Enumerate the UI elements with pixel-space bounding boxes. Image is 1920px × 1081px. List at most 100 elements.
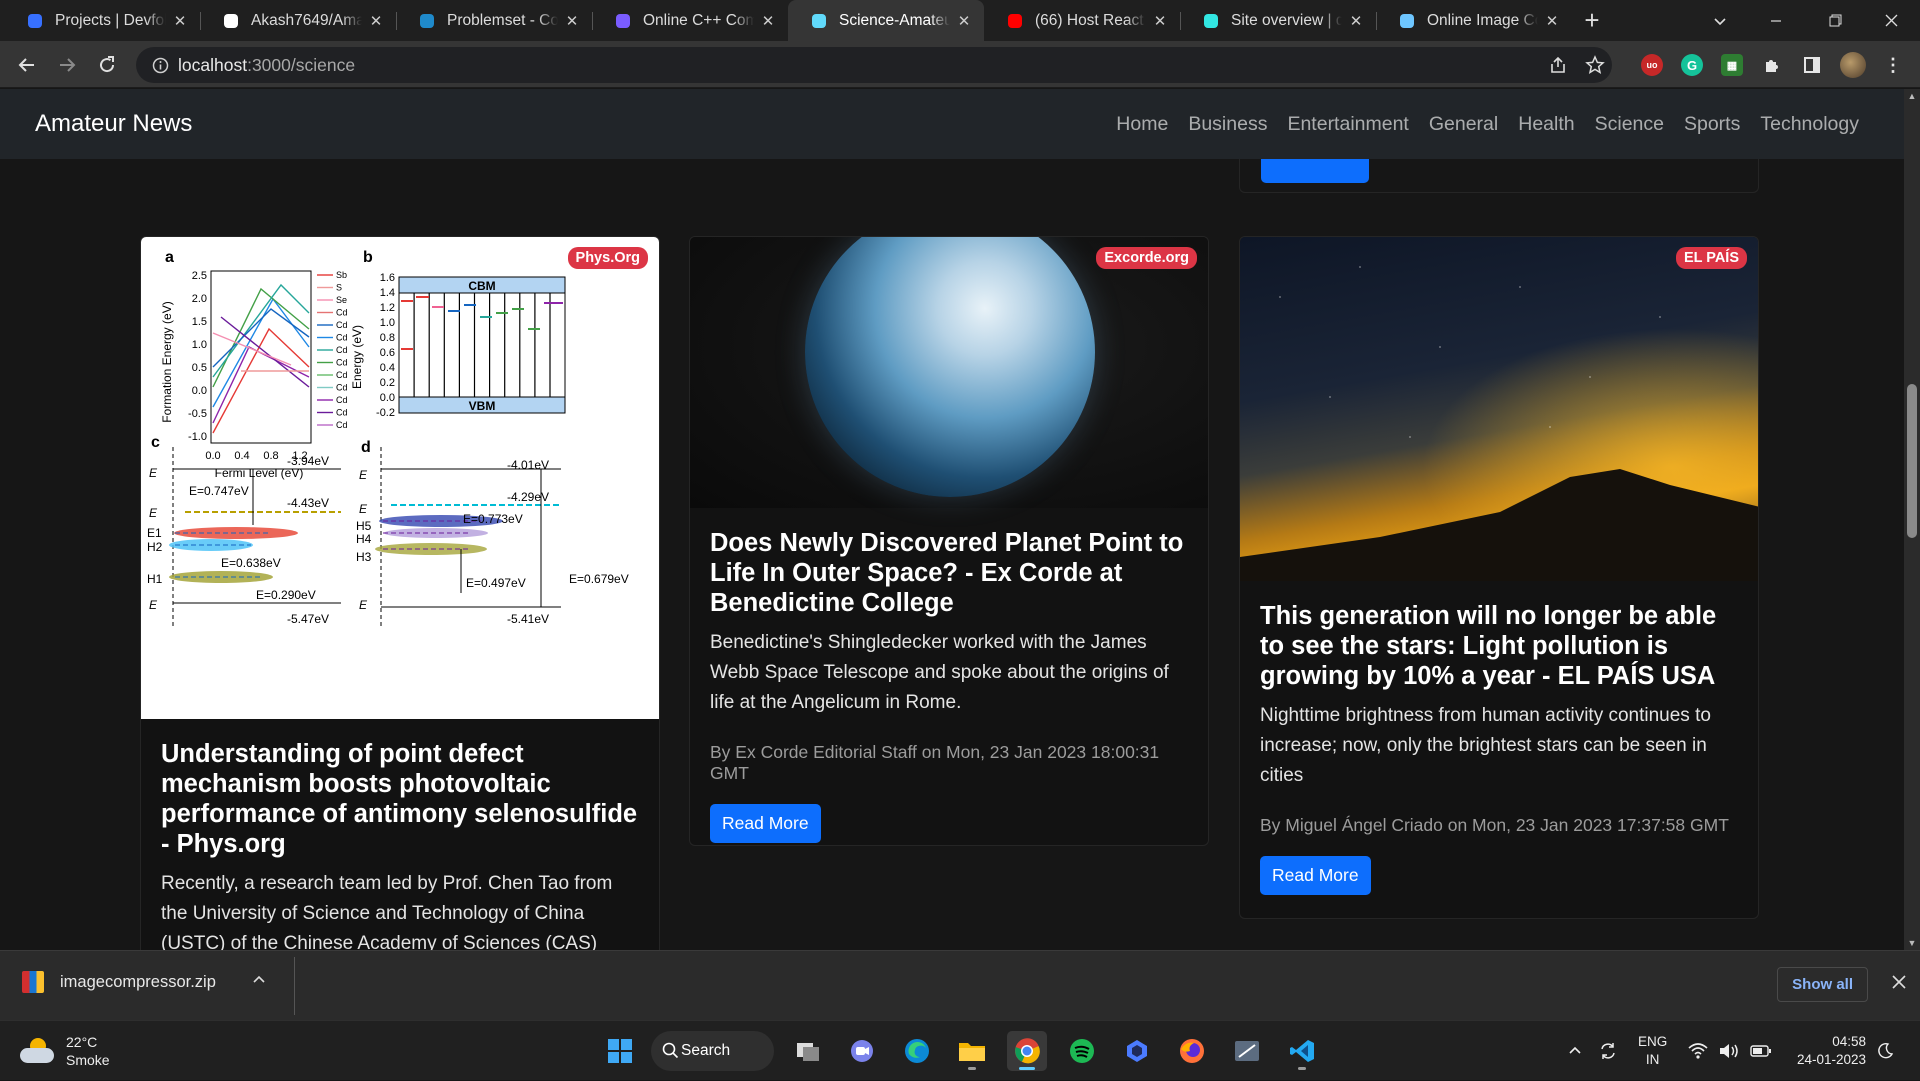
fig-a-legend-label: Cd (336, 345, 348, 355)
tab-search-chevron-icon[interactable] (1700, 0, 1740, 41)
fig-a-ytick: 2.0 (192, 293, 207, 305)
battery-icon[interactable] (1750, 1021, 1772, 1081)
browser-tab[interactable]: Online Image Compressor ✕ (1376, 0, 1572, 41)
back-button[interactable] (11, 49, 43, 81)
sheets-extension-icon[interactable]: ▦ (1721, 54, 1743, 76)
weather-widget[interactable]: 22°C Smoke (20, 1021, 110, 1081)
tab-close-icon[interactable]: ✕ (564, 12, 580, 30)
region-code: IN (1645, 1052, 1660, 1067)
url-text[interactable]: localhost:3000/science (178, 55, 355, 76)
nav-link-sports[interactable]: Sports (1684, 113, 1740, 136)
clock[interactable]: 04:58 24-01-2023 (1788, 1021, 1866, 1081)
nav-link-science[interactable]: Science (1595, 113, 1664, 136)
tab-title: Site overview | dashboard (1231, 11, 1342, 29)
start-button[interactable] (600, 1031, 640, 1071)
firefox-icon[interactable] (1172, 1031, 1212, 1071)
svg-text:-3.94eV: -3.94eV (287, 454, 329, 468)
download-item[interactable]: imagecompressor.zip (22, 971, 266, 993)
browser-tab[interactable]: Online C++ Compiler ✕ (592, 0, 788, 41)
page-scrollbar[interactable]: ▲ ▼ (1904, 89, 1920, 950)
scroll-down-arrow-icon[interactable]: ▼ (1904, 938, 1920, 948)
browser-tab[interactable]: Science-Amateur News ✕ (788, 0, 984, 41)
snipping-tool-icon[interactable] (1227, 1031, 1267, 1071)
web-page: Amateur News Home Business Entertainment Ge… (0, 89, 1920, 950)
vscode-icon[interactable] (1282, 1031, 1322, 1071)
source-badge: Excorde.org (1096, 247, 1197, 269)
taskbar-search[interactable]: Search (651, 1031, 774, 1071)
extensions-puzzle-icon[interactable] (1761, 54, 1783, 76)
tab-close-icon[interactable]: ✕ (172, 12, 188, 30)
show-hidden-icons-chevron-icon[interactable] (1568, 1021, 1582, 1081)
article-card: a Formation Energy (eV) 2.5 2.0 1.5 1.0 0.5 0… (140, 236, 660, 950)
article-meta: By Miguel Ángel Criado on Mon, 23 Jan 20… (1260, 815, 1729, 835)
minimize-button[interactable] (1753, 0, 1799, 41)
restore-button[interactable] (1812, 0, 1858, 41)
codeforces-icon (418, 12, 436, 30)
svg-text:E: E (149, 506, 158, 520)
chevron-up-icon[interactable] (252, 973, 266, 992)
sync-icon[interactable] (1598, 1021, 1618, 1081)
teams-chat-icon[interactable] (842, 1031, 882, 1071)
nav-link-general[interactable]: General (1429, 113, 1498, 136)
bing-chat-icon[interactable] (1117, 1031, 1157, 1071)
new-tab-button[interactable]: + (1572, 0, 1612, 41)
close-window-button[interactable] (1868, 0, 1914, 41)
nav-link-health[interactable]: Health (1518, 113, 1574, 136)
share-icon[interactable] (1548, 55, 1568, 80)
nav-link-business[interactable]: Business (1188, 113, 1267, 136)
source-badge: EL PAÍS (1675, 247, 1747, 269)
scrollbar-thumb[interactable] (1907, 384, 1917, 538)
svg-text:E=0.497eV: E=0.497eV (466, 576, 526, 590)
read-more-button[interactable]: Read More (710, 804, 821, 843)
tab-close-icon[interactable]: ✕ (1348, 12, 1364, 30)
browser-tab[interactable]: Problemset - Codeforces ✕ (396, 0, 592, 41)
youtube-icon (1006, 12, 1024, 30)
task-view-icon[interactable] (788, 1031, 828, 1071)
side-panel-icon[interactable] (1801, 54, 1823, 76)
read-more-button[interactable]: Read More (1260, 856, 1371, 895)
tab-close-icon[interactable]: ✕ (956, 12, 972, 30)
profile-avatar[interactable] (1840, 52, 1866, 78)
browser-tab[interactable]: Akash7649/Amateur-News ✕ (200, 0, 396, 41)
show-all-downloads-button[interactable]: Show all (1777, 967, 1868, 1002)
tab-close-icon[interactable]: ✕ (1544, 12, 1560, 30)
reload-button[interactable] (91, 49, 123, 81)
previous-read-more-button[interactable] (1261, 156, 1369, 183)
browser-tab[interactable]: (66) Host React Firebase ✕ (984, 0, 1180, 41)
file-explorer-icon[interactable] (952, 1031, 992, 1071)
focus-moon-icon[interactable] (1876, 1021, 1894, 1081)
tab-title: Online Image Compressor (1427, 11, 1538, 29)
fig-a-legend-label: Cd (336, 383, 348, 393)
chrome-menu-icon[interactable]: ⋮ (1882, 54, 1904, 76)
chrome-taskbar-icon[interactable] (1007, 1031, 1047, 1071)
forward-button[interactable] (51, 49, 83, 81)
fig-b-ytick: 0.6 (380, 347, 395, 359)
tab-close-icon[interactable]: ✕ (1152, 12, 1168, 30)
tab-close-icon[interactable]: ✕ (760, 12, 776, 30)
volume-icon[interactable] (1718, 1021, 1740, 1081)
grammarly-extension-icon[interactable]: G (1681, 54, 1703, 76)
bookmark-star-icon[interactable] (1585, 55, 1605, 80)
svg-text:E: E (359, 598, 368, 612)
edge-browser-icon[interactable] (897, 1031, 937, 1071)
nav-link-home[interactable]: Home (1116, 113, 1168, 136)
svg-text:E1: E1 (147, 526, 162, 540)
browser-tab[interactable]: Site overview | dashboard ✕ (1180, 0, 1376, 41)
browser-tab-strip: Projects | Devfolio✕Akash7649/Amateur-Ne… (0, 0, 1920, 41)
nav-link-entertainment[interactable]: Entertainment (1287, 113, 1408, 136)
language-indicator[interactable]: ENG IN (1638, 1021, 1667, 1081)
image-compressor-icon (1398, 12, 1416, 30)
fig-b-ylabel: Energy (eV) (350, 325, 364, 389)
nav-link-technology[interactable]: Technology (1760, 113, 1859, 136)
browser-tab[interactable]: Projects | Devfolio ✕ (4, 0, 200, 41)
site-info-icon[interactable] (142, 57, 178, 74)
address-bar[interactable]: localhost:3000/science (136, 47, 1612, 83)
tab-close-icon[interactable]: ✕ (368, 12, 384, 30)
spotify-icon[interactable] (1062, 1031, 1102, 1071)
fig-a-legend-label: Cd (336, 320, 348, 330)
scroll-up-arrow-icon[interactable]: ▲ (1904, 91, 1920, 101)
wifi-icon[interactable] (1688, 1021, 1708, 1081)
close-download-shelf-icon[interactable] (1892, 975, 1906, 994)
site-brand[interactable]: Amateur News (35, 110, 192, 138)
ublock-extension-icon[interactable]: uo (1641, 54, 1663, 76)
